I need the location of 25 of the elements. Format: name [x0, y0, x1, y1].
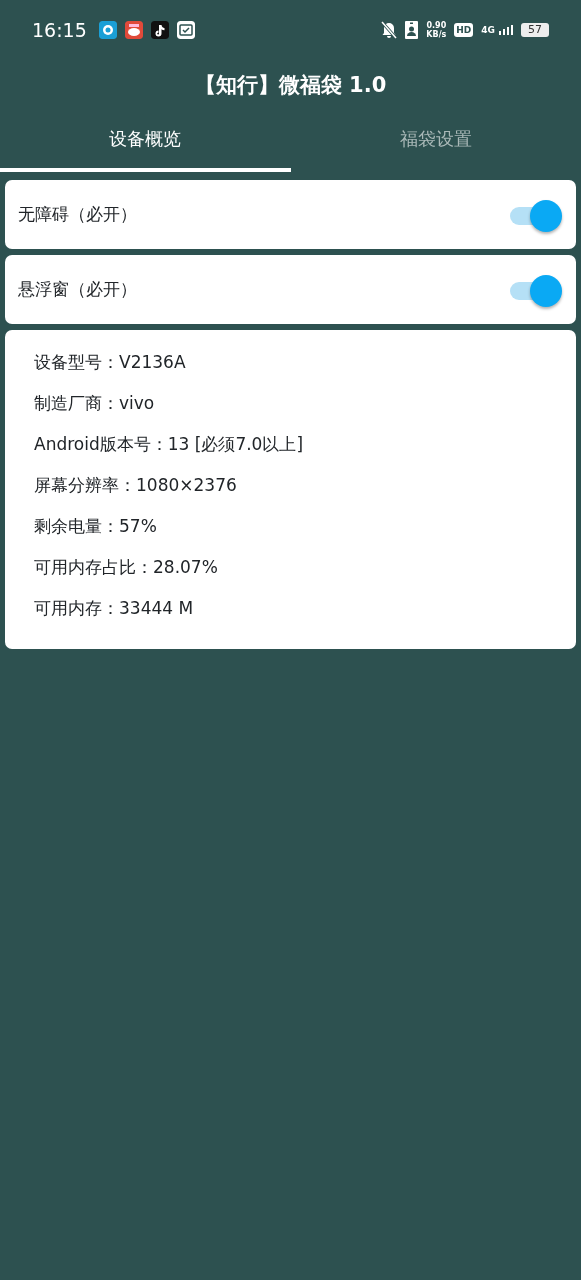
info-text: 剩余电量：57% — [34, 515, 158, 538]
shop-app-icon — [124, 21, 143, 39]
muted-bell-icon — [381, 21, 398, 39]
contact-card-icon — [405, 21, 419, 39]
clock: 16:15 — [32, 17, 87, 43]
chat-app-icon — [98, 21, 117, 39]
info-text: Android版本号：13 [必须7.0以上] — [34, 433, 305, 456]
tab[interactable]: 设备概览 — [0, 110, 291, 172]
net-speed: 0.90 — [426, 21, 447, 30]
info-text: 屏幕分辨率：1080×2376 — [34, 474, 238, 497]
signal-icon — [499, 25, 513, 35]
info-text: 可用内存：33444 M — [34, 597, 195, 620]
hd-badge: HD — [454, 23, 474, 37]
switch-label: 无障碍（必开） — [18, 202, 137, 226]
switch-label: 悬浮窗（必开） — [18, 277, 137, 301]
inbox-app-icon — [176, 21, 195, 39]
app-title: 【知行】微福袋 1.0 — [193, 72, 388, 99]
music-note-app-icon — [150, 21, 169, 39]
battery-level: 57 — [521, 23, 549, 37]
info-text: 设备型号：V2136A — [34, 351, 187, 374]
info-text: 可用内存占比：28.07% — [34, 556, 219, 579]
info-text: 制造厂商：vivo — [34, 392, 156, 415]
network-type: 4G — [481, 26, 495, 35]
tab[interactable]: 福袋设置 — [290, 110, 581, 172]
speed-unit: KB/s — [426, 30, 447, 39]
